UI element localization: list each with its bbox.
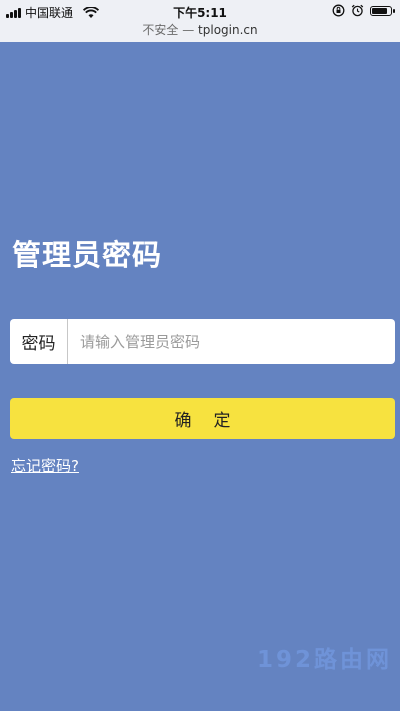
alarm-icon [351, 4, 364, 17]
password-label: 密码 [10, 319, 68, 364]
confirm-button[interactable]: 确定 [10, 398, 395, 439]
orientation-lock-icon [332, 4, 345, 17]
watermark-text: 192路由网 [256, 647, 392, 673]
forgot-password-link[interactable]: 忘记密码? [11, 455, 79, 476]
url-separator: — [182, 23, 195, 37]
password-row: 密码 [10, 319, 395, 364]
url-bar[interactable]: 不安全 — tplogin.cn [0, 24, 400, 42]
battery-level-fill [372, 7, 387, 14]
url-domain: tplogin.cn [198, 23, 258, 37]
page-title: 管理员密码 [12, 238, 163, 272]
status-bar: 中国联通 下午5:11 [0, 0, 400, 24]
battery-icon [370, 5, 395, 16]
security-label: 不安全 [142, 23, 179, 37]
password-input[interactable] [68, 319, 395, 364]
status-bar-right [332, 4, 395, 17]
